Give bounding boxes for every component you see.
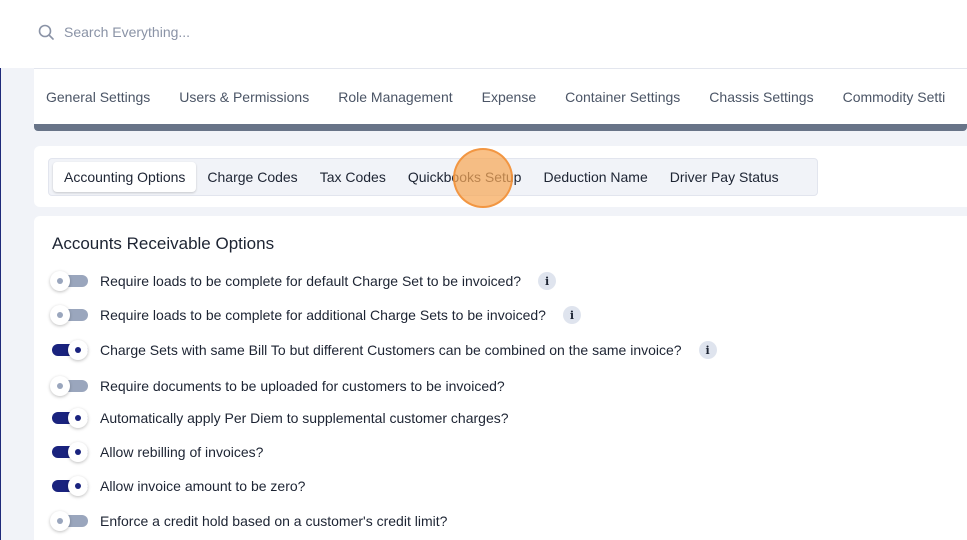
nav-chassis-settings[interactable]: Chassis Settings xyxy=(709,89,813,105)
option-label: Automatically apply Per Diem to suppleme… xyxy=(100,410,509,426)
info-icon[interactable]: i xyxy=(698,341,717,359)
tab-accounting-options[interactable]: Accounting Options xyxy=(53,162,197,192)
global-search xyxy=(38,24,364,40)
section-title: Accounts Receivable Options xyxy=(52,234,275,253)
option-row: Charge Sets with same Bill To but differ… xyxy=(50,338,717,362)
info-icon[interactable]: i xyxy=(562,306,581,324)
tab-quickbooks-setup[interactable]: Quickbooks Setup xyxy=(397,162,533,192)
nav-users-permissions[interactable]: Users & Permissions xyxy=(179,89,309,105)
nav-container-settings[interactable]: Container Settings xyxy=(565,89,680,105)
option-toggle[interactable] xyxy=(50,303,90,327)
search-icon xyxy=(38,24,54,40)
option-toggle[interactable] xyxy=(50,406,90,430)
option-label: Require documents to be uploaded for cus… xyxy=(100,378,505,394)
option-row: Require loads to be complete for default… xyxy=(50,269,557,293)
option-toggle[interactable] xyxy=(50,338,90,362)
info-icon[interactable]: i xyxy=(538,272,557,290)
billing-tabs-card: Accounting Options Charge Codes Tax Code… xyxy=(34,146,967,207)
option-label: Require loads to be complete for additio… xyxy=(100,307,546,323)
option-label: Charge Sets with same Bill To but differ… xyxy=(100,342,682,358)
page-scroll-strip xyxy=(34,124,967,131)
nav-commodity-settings[interactable]: Commodity Setti xyxy=(843,89,946,105)
option-label: Allow rebilling of invoices? xyxy=(100,444,264,460)
option-toggle[interactable] xyxy=(50,269,90,293)
option-toggle[interactable] xyxy=(50,374,90,398)
left-rail xyxy=(0,68,1,540)
option-row: Allow rebilling of invoices? xyxy=(50,440,263,464)
option-row: Allow invoice amount to be zero? xyxy=(50,474,305,498)
top-bar xyxy=(0,0,967,68)
option-row: Require documents to be uploaded for cus… xyxy=(50,374,505,398)
option-label: Allow invoice amount to be zero? xyxy=(100,478,306,494)
tab-charge-codes[interactable]: Charge Codes xyxy=(196,162,308,192)
nav-role-management[interactable]: Role Management xyxy=(338,89,452,105)
option-label: Enforce a credit hold based on a custome… xyxy=(100,513,448,529)
nav-expense[interactable]: Expense xyxy=(482,89,536,105)
option-row: Enforce a credit hold based on a custome… xyxy=(50,509,447,533)
option-row: Require loads to be complete for additio… xyxy=(50,303,581,327)
billing-tab-group: Accounting Options Charge Codes Tax Code… xyxy=(48,158,818,196)
tab-driver-pay-status[interactable]: Driver Pay Status xyxy=(659,162,790,192)
option-toggle[interactable] xyxy=(50,440,90,464)
nav-general-settings[interactable]: General Settings xyxy=(46,89,150,105)
tab-deduction-name[interactable]: Deduction Name xyxy=(532,162,658,192)
option-row: Automatically apply Per Diem to suppleme… xyxy=(50,406,509,430)
option-label: Require loads to be complete for default… xyxy=(100,273,522,289)
tab-tax-codes[interactable]: Tax Codes xyxy=(309,162,397,192)
search-input[interactable] xyxy=(64,24,364,40)
option-toggle[interactable] xyxy=(50,509,90,533)
settings-nav: General Settings Users & Permissions Rol… xyxy=(34,68,967,124)
option-toggle[interactable] xyxy=(50,474,90,498)
accounts-receivable-card: Accounts Receivable Options Require load… xyxy=(34,216,967,540)
